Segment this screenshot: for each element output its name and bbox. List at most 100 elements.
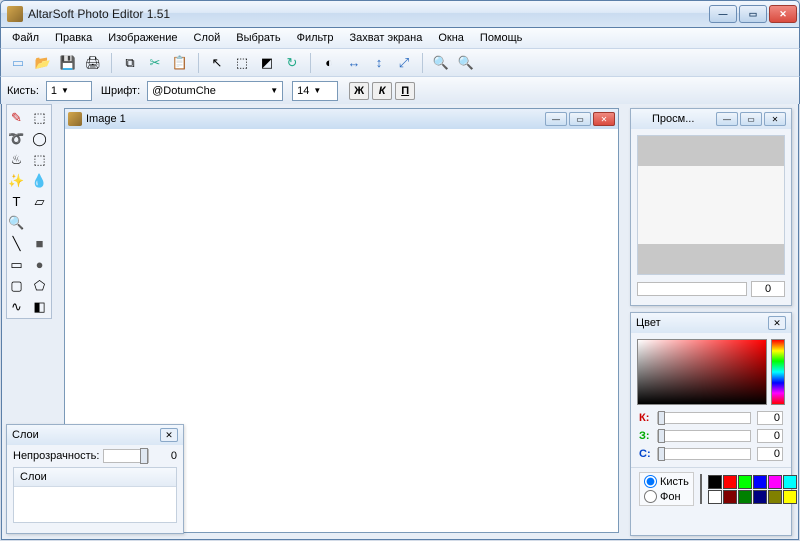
document-titlebar[interactable]: Image 1 — ▭ ✕ (65, 109, 618, 129)
blue-slider[interactable] (657, 448, 751, 460)
palette-swatch[interactable] (753, 475, 767, 489)
tool-shape[interactable]: ◧ (30, 296, 50, 316)
zoom-in-button[interactable]: 🔍 (430, 52, 452, 74)
blue-value[interactable]: 0 (757, 447, 783, 461)
hue-slider[interactable] (771, 339, 785, 405)
doc-minimize-button[interactable]: — (545, 112, 567, 126)
copy-button[interactable]: ⧉ (119, 52, 141, 74)
tool-wand[interactable]: ✨ (7, 170, 27, 190)
preview-titlebar[interactable]: Просм... — ▭ ✕ (631, 109, 791, 129)
tool-lasso[interactable]: ➰ (7, 128, 27, 148)
print-button[interactable]: 🖨 (82, 52, 104, 74)
tool-pencil[interactable]: ✎ (7, 107, 27, 127)
tool-magic-select[interactable]: ⬚ (30, 149, 50, 169)
brush-radio[interactable]: Кисть (644, 475, 689, 488)
menu-layer[interactable]: Слой (187, 30, 228, 46)
rotate-button[interactable]: ↻ (281, 52, 303, 74)
palette-swatch[interactable] (738, 490, 752, 504)
flip-h-button[interactable]: ↔ (343, 52, 365, 74)
palette-swatch[interactable] (723, 475, 737, 489)
doc-close-button[interactable]: ✕ (593, 112, 615, 126)
brush-size-combo[interactable]: 1▼ (46, 81, 92, 101)
menu-image[interactable]: Изображение (101, 30, 184, 46)
tool-fill-circle[interactable]: ● (30, 254, 50, 274)
preview-min-button[interactable]: — (716, 112, 738, 126)
font-size-combo[interactable]: 14▼ (292, 81, 338, 101)
tool-line[interactable]: ╲ (7, 233, 27, 253)
contrast-button[interactable]: ◐ (318, 52, 340, 74)
tool-polygon[interactable]: ⬠ (30, 275, 50, 295)
layers-close-button[interactable]: ✕ (160, 428, 178, 442)
red-value[interactable]: 0 (757, 411, 783, 425)
menu-file[interactable]: Файл (5, 30, 46, 46)
zoom-out-button[interactable]: 🔍 (455, 52, 477, 74)
palette-swatch[interactable] (783, 475, 797, 489)
bold-button[interactable]: Ж (349, 82, 369, 100)
palette-swatch[interactable] (723, 490, 737, 504)
paste-button[interactable]: 📋 (169, 52, 191, 74)
tool-curve[interactable]: ∿ (7, 296, 27, 316)
palette-swatch[interactable] (768, 475, 782, 489)
bg-radio[interactable]: Фон (644, 490, 689, 503)
palette-swatch[interactable] (768, 490, 782, 504)
pointer-button[interactable]: ↖ (206, 52, 228, 74)
menu-capture[interactable]: Захват экрана (343, 30, 430, 46)
slider-thumb[interactable] (658, 411, 665, 425)
menu-filter[interactable]: Фильтр (290, 30, 341, 46)
marquee-button[interactable]: ⬚ (231, 52, 253, 74)
palette-swatch[interactable] (708, 490, 722, 504)
slider-thumb[interactable] (658, 447, 665, 461)
maximize-button[interactable]: ▭ (739, 5, 767, 23)
tool-spray[interactable]: ♨ (7, 149, 27, 169)
tool-text[interactable]: T (7, 191, 27, 211)
menu-edit[interactable]: Правка (48, 30, 99, 46)
menu-help[interactable]: Помощь (473, 30, 530, 46)
menu-select[interactable]: Выбрать (229, 30, 287, 46)
palette-swatch[interactable] (783, 490, 797, 504)
menu-windows[interactable]: Окна (431, 30, 471, 46)
palette-swatch[interactable] (708, 475, 722, 489)
green-slider[interactable] (657, 430, 751, 442)
brush-radio-input[interactable] (644, 475, 657, 488)
flip-v-button[interactable]: ↕ (368, 52, 390, 74)
tool-rect[interactable]: ▭ (7, 254, 27, 274)
round-rect-icon: ▢ (10, 279, 22, 292)
color-close-button[interactable]: ✕ (768, 316, 786, 330)
tool-fill-rect[interactable]: ■ (30, 233, 50, 253)
crop-button[interactable]: ◩ (256, 52, 278, 74)
tool-zoom[interactable]: 🔍 (7, 212, 27, 232)
layers-titlebar[interactable]: Слои ✕ (7, 425, 183, 445)
new-button[interactable]: ▭ (7, 52, 29, 74)
save-button[interactable]: 💾 (57, 52, 79, 74)
tool-round-rect[interactable]: ▢ (7, 275, 27, 295)
slider-thumb[interactable] (658, 429, 665, 443)
tool-eraser[interactable]: ▱ (30, 191, 50, 211)
preview-max-button[interactable]: ▭ (740, 112, 762, 126)
underline-button[interactable]: П (395, 82, 415, 100)
red-slider[interactable] (657, 412, 751, 424)
palette-swatch[interactable] (753, 490, 767, 504)
preview-zoom-slider[interactable] (637, 282, 747, 296)
cut-button[interactable]: ✂ (144, 52, 166, 74)
color-titlebar[interactable]: Цвет ✕ (631, 313, 791, 333)
italic-button[interactable]: К (372, 82, 392, 100)
slider-thumb[interactable] (140, 448, 148, 464)
minimize-button[interactable]: — (709, 5, 737, 23)
layers-list[interactable]: Слои (13, 467, 177, 523)
palette-swatch[interactable] (738, 475, 752, 489)
tool-eyedropper[interactable]: 💧 (30, 170, 50, 190)
resize-button[interactable]: ⤢ (393, 52, 415, 74)
font-name-combo[interactable]: @DotumChe▼ (147, 81, 283, 101)
opacity-slider[interactable] (103, 449, 149, 463)
close-button[interactable]: ✕ (769, 5, 797, 23)
bg-radio-input[interactable] (644, 490, 657, 503)
tool-rect-select[interactable]: ⬚ (30, 107, 50, 127)
doc-maximize-button[interactable]: ▭ (569, 112, 591, 126)
current-color-swatch[interactable] (700, 474, 702, 504)
color-field[interactable] (637, 339, 767, 405)
preview-close-button[interactable]: ✕ (764, 112, 786, 126)
tool-ellipse-select[interactable]: ◯ (30, 128, 50, 148)
open-button[interactable]: 📂 (32, 52, 54, 74)
green-value[interactable]: 0 (757, 429, 783, 443)
workspace: ✎ ⬚ ➰ ◯ ♨ ⬚ ✨ 💧 T ▱ 🔍 ╲ ■ ▭ ● ▢ ⬠ ∿ ◧ Im… (1, 104, 799, 540)
